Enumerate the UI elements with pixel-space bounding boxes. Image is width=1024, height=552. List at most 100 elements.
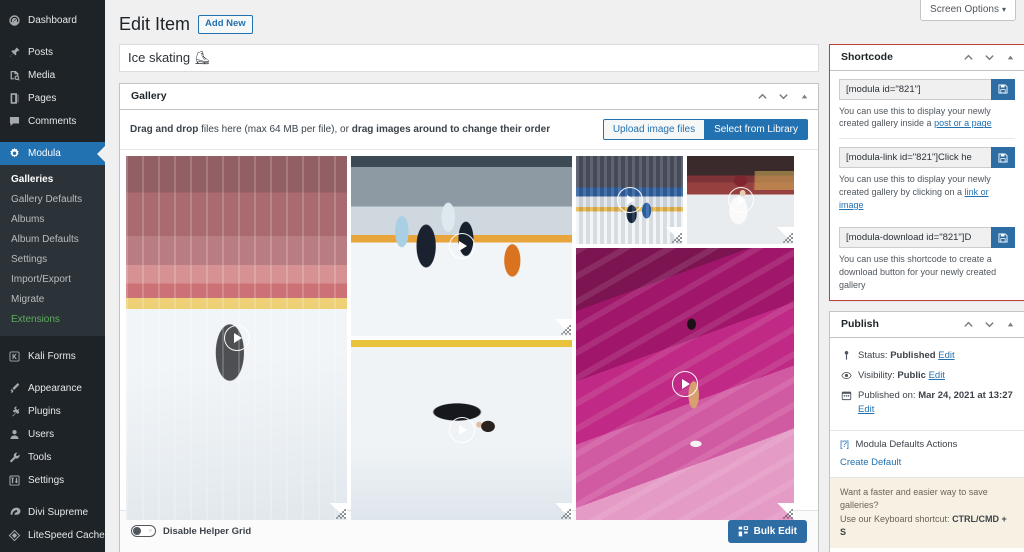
sidebar-item-plugins[interactable]: Plugins — [0, 400, 105, 423]
upload-image-files-button[interactable]: Upload image files — [603, 119, 705, 140]
help-icon[interactable]: [?] — [840, 439, 849, 449]
publish-footer: Move to Trash Update Gallery — [830, 548, 1024, 552]
plug-icon — [7, 404, 22, 419]
sidebar-item-dashboard[interactable]: Dashboard — [0, 9, 105, 32]
submenu-item-extensions[interactable]: Extensions — [0, 310, 105, 330]
menu-spacer-2 — [0, 133, 105, 142]
sidebar-item-pages[interactable]: Pages — [0, 87, 105, 110]
gallery-title-input[interactable]: Ice skating ⛸ — [119, 44, 819, 72]
dropzone-bold2: drag images around to change their order — [352, 124, 550, 135]
submenu-label-extensions: Extensions — [11, 314, 60, 325]
toggle-panel-icon[interactable] — [799, 91, 810, 102]
gallery-tile-hockey-goal-crease[interactable] — [351, 156, 572, 336]
resize-handle[interactable] — [555, 319, 572, 336]
sidebar-item-appearance[interactable]: Appearance — [0, 377, 105, 400]
play-icon[interactable] — [449, 233, 475, 259]
gallery-tile-hockey-blue-jersey[interactable] — [576, 156, 683, 244]
sidebar-label-dashboard: Dashboard — [28, 15, 77, 26]
menu-spacer-1 — [0, 32, 105, 41]
copy-shortcode-button-1[interactable] — [991, 79, 1015, 100]
submenu-item-migrate[interactable]: Migrate — [0, 290, 105, 310]
resize-handle[interactable] — [330, 503, 347, 520]
submenu-item-gallery-defaults[interactable]: Gallery Defaults — [0, 190, 105, 210]
sidebar-label-litespeed-cache: LiteSpeed Cache — [28, 530, 105, 541]
sidebar-label-modula: Modula — [28, 148, 61, 159]
submenu-item-album-defaults[interactable]: Album Defaults — [0, 230, 105, 250]
visibility-edit-link[interactable]: Edit — [929, 370, 945, 381]
select-from-library-button[interactable]: Select from Library — [704, 119, 808, 140]
screen-options-label: Screen Options — [930, 4, 999, 15]
gallery-panel-header: Gallery — [120, 84, 818, 110]
submenu-item-settings[interactable]: Settings — [0, 250, 105, 270]
sidebar-item-users[interactable]: Users — [0, 423, 105, 446]
play-icon[interactable] — [449, 417, 475, 443]
publish-date-row: Published on: Mar 24, 2021 at 13:27 Edit — [840, 386, 1014, 421]
move-up-icon[interactable] — [963, 319, 974, 330]
shortcode-input-gallery[interactable]: [modula id="821"] — [839, 79, 991, 100]
add-new-button[interactable]: Add New — [198, 15, 253, 34]
sidebar-item-media[interactable]: Media — [0, 64, 105, 87]
submenu-label-gallery-defaults: Gallery Defaults — [11, 194, 82, 205]
gallery-tile-skater-spiral-pose[interactable] — [351, 340, 572, 520]
dropzone-text: Drag and drop files here (max 64 MB per … — [130, 124, 550, 135]
play-icon[interactable] — [728, 187, 754, 213]
shortcode-desc-3: You can use this shortcode to create a d… — [830, 248, 1024, 299]
sidebar-item-posts[interactable]: Posts — [0, 41, 105, 64]
shortcode-item-gallery: [modula id="821"] — [830, 71, 1024, 100]
visibility-text: Visibility: Public Edit — [858, 369, 945, 383]
move-up-icon[interactable] — [757, 91, 768, 102]
dashboard-icon — [7, 13, 22, 28]
resize-handle[interactable] — [555, 503, 572, 520]
shortcode-input-link[interactable]: [modula-link id="821"]Click he — [839, 147, 991, 168]
shortcode-desc-1-link[interactable]: post or a page — [934, 118, 992, 128]
comment-icon — [7, 114, 22, 129]
submenu-label-galleries: Galleries — [11, 174, 53, 185]
sidebar-item-settings[interactable]: Settings — [0, 469, 105, 492]
submenu-item-albums[interactable]: Albums — [0, 210, 105, 230]
toggle-panel-icon[interactable] — [1005, 52, 1016, 63]
submenu-label-settings: Settings — [11, 254, 47, 265]
published-edit-link[interactable]: Edit — [858, 404, 874, 415]
bulk-edit-button[interactable]: Bulk Edit — [728, 520, 807, 543]
edit-columns: Ice skating ⛸ Gallery Drag and drop file… — [105, 44, 1024, 552]
sidebar-item-kali-forms[interactable]: Kali Forms — [0, 345, 105, 368]
move-down-icon[interactable] — [984, 52, 995, 63]
resize-handle[interactable] — [666, 227, 683, 244]
menu-spacer-5 — [0, 492, 105, 501]
sidebar-item-comments[interactable]: Comments — [0, 110, 105, 133]
eye-icon — [840, 369, 852, 381]
toggle-switch[interactable]: ○ — [131, 525, 156, 537]
move-down-icon[interactable] — [984, 319, 995, 330]
content-area: Screen Options▾ Edit Item Add New Ice sk… — [105, 0, 1024, 552]
sidebar-item-divi-supreme[interactable]: Divi Supreme — [0, 501, 105, 524]
copy-shortcode-button-3[interactable] — [991, 227, 1015, 248]
sidebar-item-litespeed-cache[interactable]: LiteSpeed Cache — [0, 524, 105, 547]
divi-icon — [7, 505, 22, 520]
resize-handle[interactable] — [777, 503, 794, 520]
disable-helper-grid-toggle[interactable]: ○ Disable Helper Grid — [131, 525, 251, 537]
play-icon[interactable] — [617, 187, 643, 213]
move-up-icon[interactable] — [963, 52, 974, 63]
copy-shortcode-button-2[interactable] — [991, 147, 1015, 168]
play-icon[interactable] — [224, 325, 250, 351]
screen-options-button[interactable]: Screen Options▾ — [920, 0, 1016, 21]
gallery-tile-skater-pink-spotlight[interactable] — [576, 248, 794, 520]
toggle-panel-icon[interactable] — [1005, 319, 1016, 330]
play-icon[interactable] — [672, 371, 698, 397]
shortcode-panel-title: Shortcode — [841, 51, 893, 63]
submenu-label-migrate: Migrate — [11, 294, 44, 305]
gallery-tile-skater-black-costume[interactable] — [126, 156, 347, 520]
toggle-knob — [133, 527, 141, 535]
save-icon — [998, 233, 1008, 243]
submenu-item-import-export[interactable]: Import/Export — [0, 270, 105, 290]
sidebar-item-tools[interactable]: Tools — [0, 446, 105, 469]
resize-handle[interactable] — [777, 227, 794, 244]
shortcode-input-download[interactable]: [modula-download id="821"]D — [839, 227, 991, 248]
kaliforms-icon — [7, 349, 22, 364]
sidebar-item-modula[interactable]: Modula — [0, 142, 105, 165]
gallery-tile-hockey-maroon-jersey[interactable] — [687, 156, 794, 244]
status-edit-link[interactable]: Edit — [938, 350, 954, 361]
move-down-icon[interactable] — [778, 91, 789, 102]
submenu-item-galleries[interactable]: Galleries — [0, 170, 105, 190]
create-default-link[interactable]: Create Default — [840, 457, 1014, 468]
